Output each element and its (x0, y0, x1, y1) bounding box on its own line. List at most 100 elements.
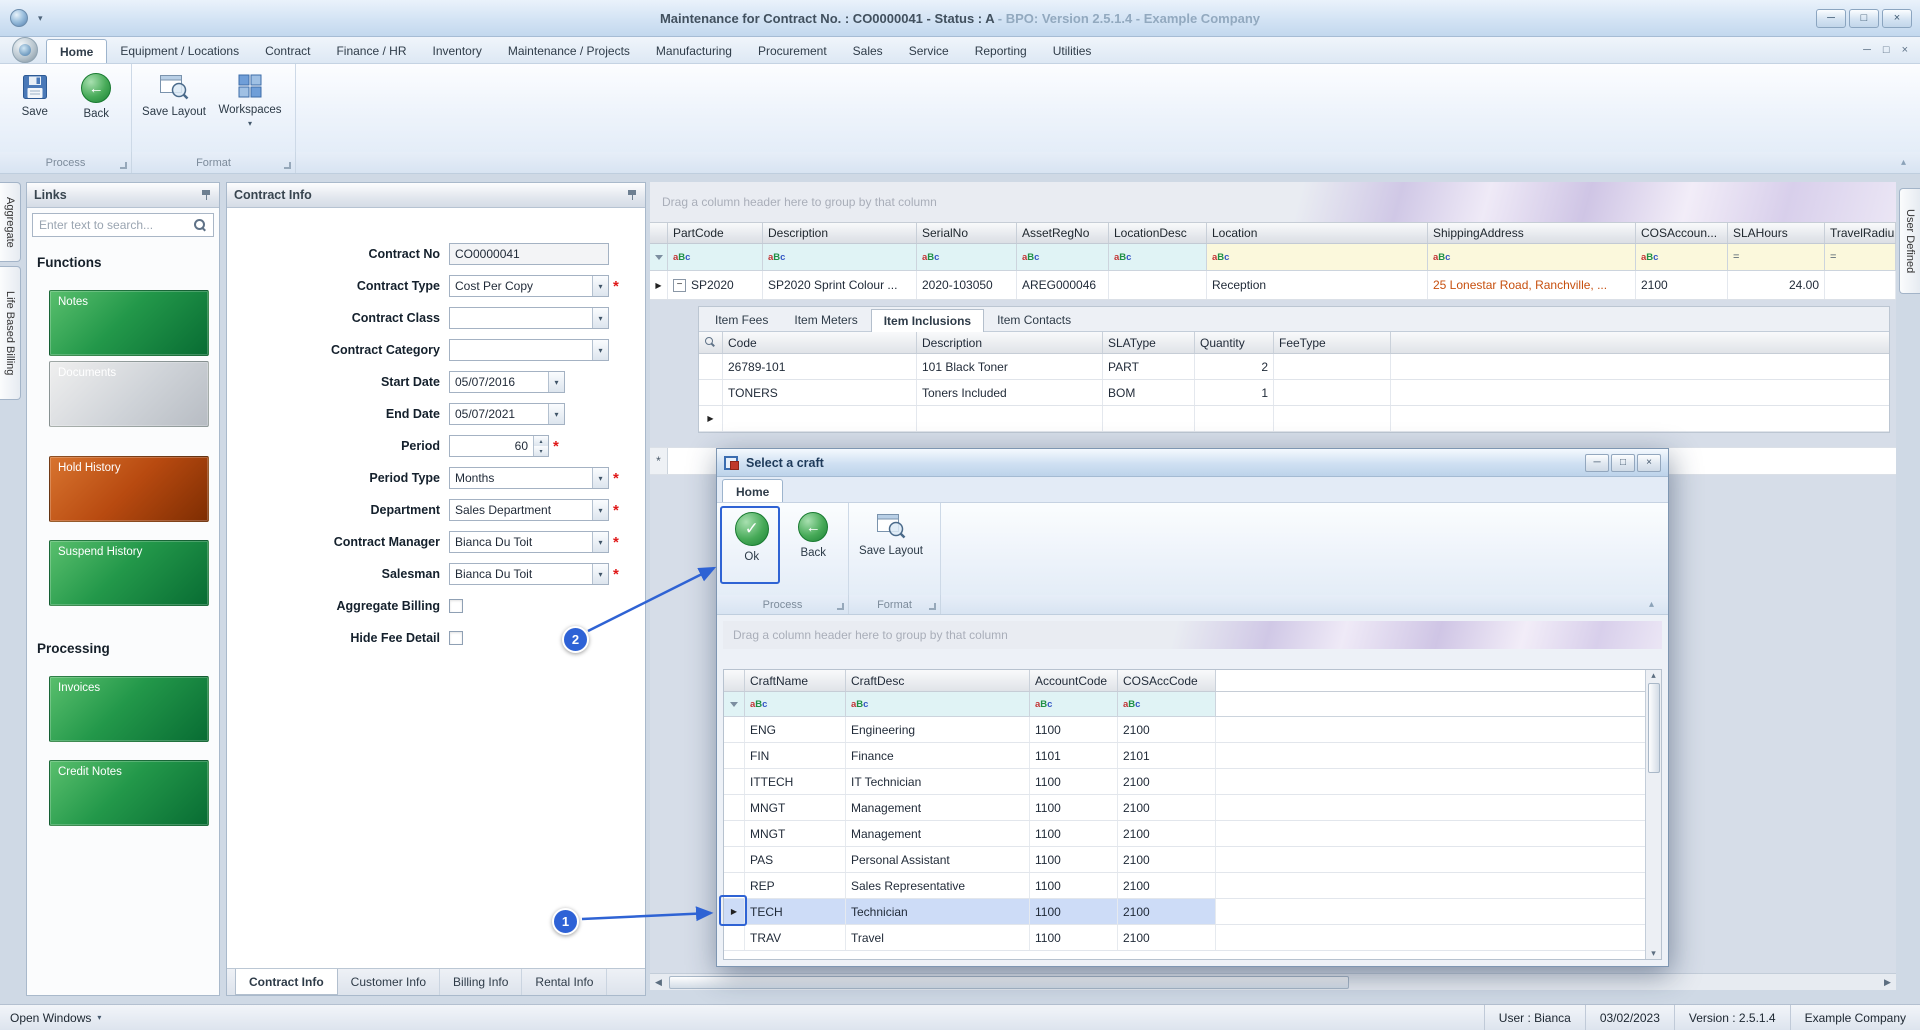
scroll-right-icon[interactable]: ▶ (1879, 977, 1896, 988)
cell-craftdesc[interactable]: Travel (846, 925, 1030, 950)
pin-icon[interactable] (627, 189, 638, 201)
cell-craftdesc[interactable]: Engineering (846, 717, 1030, 742)
cell-cosacccode[interactable]: 2101 (1118, 743, 1216, 768)
cell-accountcode[interactable]: 1100 (1030, 795, 1118, 820)
end-date-picker[interactable]: 05/07/2021 ▾ (449, 403, 565, 425)
tab-manufacturing[interactable]: Manufacturing (643, 39, 745, 63)
cell-craftname[interactable]: MNGT (745, 795, 846, 820)
cell-cosacccode[interactable]: 2100 (1118, 899, 1216, 924)
cell-cosacccode[interactable]: 2100 (1118, 717, 1216, 742)
cell-craftname[interactable]: REP (745, 873, 846, 898)
filter-cell[interactable]: aBc (1030, 692, 1118, 716)
cell-accountcode[interactable]: 1101 (1030, 743, 1118, 768)
dialog-launcher-icon[interactable] (120, 162, 127, 169)
cell-craftdesc[interactable]: Personal Assistant (846, 847, 1030, 872)
column-header[interactable]: COSAccoun... (1636, 223, 1728, 243)
chevron-down-icon[interactable]: ▾ (592, 308, 608, 328)
tab-inventory[interactable]: Inventory (419, 39, 494, 63)
filter-cell[interactable]: aBc (1118, 692, 1216, 716)
cell-slatype[interactable]: BOM (1103, 380, 1195, 405)
cell-accountcode[interactable]: 1100 (1030, 925, 1118, 950)
tab-finance-hr[interactable]: Finance / HR (323, 39, 419, 63)
save-button[interactable]: Save (6, 68, 64, 118)
cell-accountcode[interactable]: 1100 (1030, 899, 1118, 924)
scrollbar-thumb[interactable] (669, 976, 1349, 989)
cell-craftname[interactable]: TRAV (745, 925, 846, 950)
back-button[interactable]: ← Back (68, 68, 126, 120)
cell-craftname[interactable]: FIN (745, 743, 846, 768)
workspaces-button[interactable]: Workspaces ▾ (214, 68, 286, 128)
chevron-down-icon[interactable]: ▾ (592, 532, 608, 552)
cell-serialno[interactable]: 2020-103050 (917, 271, 1017, 299)
filter-cell[interactable]: aBc (1636, 244, 1728, 270)
dialog-launcher-icon[interactable] (837, 603, 844, 610)
period-stepper[interactable]: 60 ▴ ▾ (449, 435, 549, 457)
contract-no-input[interactable]: CO0000041 (449, 243, 609, 265)
cell-accountcode[interactable]: 1100 (1030, 821, 1118, 846)
cell-accountcode[interactable]: 1100 (1030, 717, 1118, 742)
cell-craftdesc[interactable]: Management (846, 821, 1030, 846)
tab-procurement[interactable]: Procurement (745, 39, 840, 63)
tab-item-contacts[interactable]: Item Contacts (984, 308, 1084, 331)
cell-accountcode[interactable]: 1100 (1030, 769, 1118, 794)
scroll-up-icon[interactable]: ▴ (1645, 670, 1662, 681)
column-header[interactable]: TravelRadiu... (1825, 223, 1896, 243)
cell-description[interactable]: 101 Black Toner (917, 354, 1103, 379)
cell-accountcode[interactable]: 1100 (1030, 847, 1118, 872)
cell-cosacccode[interactable]: 2100 (1118, 925, 1216, 950)
craft-row[interactable]: ENG Engineering 1100 2100 (724, 717, 1661, 743)
cell-cosacccode[interactable]: 2100 (1118, 769, 1216, 794)
cell-cosacccode[interactable]: 2100 (1118, 821, 1216, 846)
column-header[interactable]: ShippingAddress (1428, 223, 1636, 243)
cell-location[interactable]: Reception (1207, 271, 1428, 299)
links-search-input[interactable]: Enter text to search... (32, 213, 214, 237)
column-header[interactable]: LocationDesc (1109, 223, 1207, 243)
tab-billing-info[interactable]: Billing Info (440, 969, 522, 995)
mdi-minimize-icon[interactable]: ─ (1863, 44, 1871, 56)
cell-craftdesc[interactable]: Management (846, 795, 1030, 820)
cell-craftname[interactable]: ENG (745, 717, 846, 742)
cell-cosaccount[interactable]: 2100 (1636, 271, 1728, 299)
column-header[interactable]: FeeType (1274, 332, 1391, 353)
column-header[interactable]: PartCode (668, 223, 763, 243)
period-type-dropdown[interactable]: Months ▾ (449, 467, 609, 489)
craft-row[interactable]: MNGT Management 1100 2100 (724, 795, 1661, 821)
cell-craftdesc[interactable]: IT Technician (846, 769, 1030, 794)
contract-manager-dropdown[interactable]: Bianca Du Toit ▾ (449, 531, 609, 553)
ribbon-collapse-icon[interactable]: ▴ (1649, 599, 1654, 610)
save-layout-button[interactable]: Save Layout (138, 68, 210, 118)
cell-cosacccode[interactable]: 2100 (1118, 795, 1216, 820)
workspaces-dropdown-icon[interactable]: ▾ (248, 119, 252, 128)
cell-craftname[interactable]: PAS (745, 847, 846, 872)
aggregate-billing-checkbox[interactable] (449, 599, 463, 613)
column-header[interactable]: Quantity (1195, 332, 1274, 353)
contract-class-dropdown[interactable]: ▾ (449, 307, 609, 329)
cell-craftname[interactable]: TECH (745, 899, 846, 924)
cell-craftname[interactable]: ITTECH (745, 769, 846, 794)
close-button[interactable]: × (1882, 9, 1912, 28)
chevron-down-icon[interactable]: ▾ (548, 404, 564, 424)
tab-rental-info[interactable]: Rental Info (522, 969, 607, 995)
cell-shippingaddress[interactable]: 25 Lonestar Road, Ranchville, ... (1428, 271, 1636, 299)
hold-history-button[interactable]: Hold History (49, 456, 209, 522)
cell-partcode[interactable]: −SP2020 (668, 271, 763, 299)
ribbon-collapse-icon[interactable]: ▴ (1901, 157, 1906, 168)
craft-row[interactable]: PAS Personal Assistant 1100 2100 (724, 847, 1661, 873)
cell-cosacccode[interactable]: 2100 (1118, 873, 1216, 898)
cell-travelradius[interactable] (1825, 271, 1896, 299)
suspend-history-button[interactable]: Suspend History (49, 540, 209, 606)
column-header[interactable]: Location (1207, 223, 1428, 243)
craft-row[interactable]: REP Sales Representative 1100 2100 (724, 873, 1661, 899)
cell-description[interactable]: SP2020 Sprint Colour ... (763, 271, 917, 299)
dialog-tab-home[interactable]: Home (722, 479, 783, 502)
column-header[interactable]: Code (723, 332, 917, 353)
filter-cell[interactable]: aBc (846, 692, 1030, 716)
cell-code[interactable]: TONERS (723, 380, 917, 405)
dialog-titlebar[interactable]: Select a craft ─ □ × (717, 449, 1668, 477)
inclusion-row[interactable]: 26789-101 101 Black Toner PART 2 (699, 354, 1889, 380)
column-header[interactable]: CraftName (745, 670, 846, 691)
mdi-close-icon[interactable]: × (1902, 44, 1908, 56)
tab-item-meters[interactable]: Item Meters (781, 308, 870, 331)
cell-slahours[interactable]: 24.00 (1728, 271, 1825, 299)
application-button[interactable] (12, 37, 38, 63)
